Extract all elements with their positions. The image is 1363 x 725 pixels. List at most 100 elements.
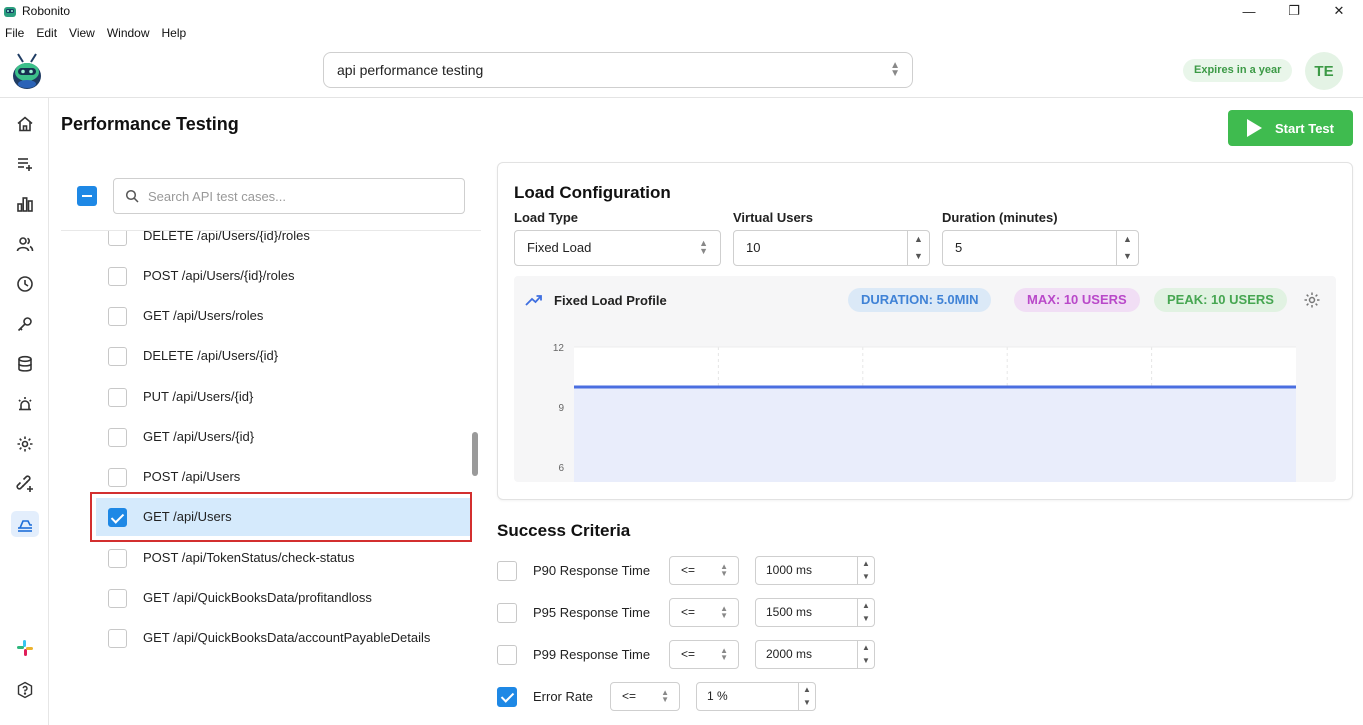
test-case-row[interactable]: GET /api/Users/{id} [96, 418, 470, 456]
criteria-stepper[interactable]: ▲ ▼ [857, 599, 874, 626]
link-plus-icon[interactable] [13, 472, 37, 496]
decrement-icon[interactable]: ▼ [858, 612, 874, 625]
test-case-checkbox[interactable] [108, 307, 127, 326]
increment-icon[interactable]: ▲ [858, 557, 874, 570]
criteria-operator-select[interactable]: <= ▲ ▼ [610, 682, 680, 711]
max-users-chip: MAX: 10 USERS [1014, 288, 1140, 312]
user-avatar[interactable]: TE [1305, 52, 1343, 90]
increment-icon[interactable]: ▲ [858, 599, 874, 612]
criteria-stepper[interactable]: ▲ ▼ [857, 557, 874, 584]
criteria-stepper[interactable]: ▲ ▼ [798, 683, 815, 710]
test-case-checkbox[interactable] [108, 468, 127, 487]
select-all-checkbox[interactable] [77, 186, 97, 206]
clock-icon[interactable] [13, 272, 37, 296]
criteria-operator-select[interactable]: <= ▲ ▼ [669, 598, 739, 627]
test-case-row[interactable]: GET /api/QuickBooksData/profitandloss [96, 579, 470, 617]
increment-icon[interactable]: ▲ [908, 231, 929, 248]
criteria-value-input[interactable]: 2000 ms ▲ ▼ [755, 640, 875, 669]
search-box[interactable] [113, 178, 465, 214]
test-case-checkbox[interactable] [108, 549, 127, 568]
menu-view[interactable]: View [63, 24, 101, 42]
chevron-updown-icon: ▲ ▼ [720, 562, 728, 578]
alarm-icon[interactable] [13, 392, 37, 416]
test-case-checkbox[interactable] [108, 347, 127, 366]
test-case-row[interactable]: POST /api/TokenStatus/check-status [96, 539, 470, 577]
test-case-row[interactable]: POST /api/Users/{id}/roles [96, 257, 470, 295]
duration-chip: DURATION: 5.0MIN [848, 288, 992, 312]
y-tick-label: 6 [558, 463, 564, 474]
menu-window[interactable]: Window [101, 24, 156, 42]
chevron-updown-icon: ▲ ▼ [890, 60, 900, 79]
test-case-row[interactable]: GET /api/QuickBooksData/accountPayableDe… [96, 619, 470, 657]
virtual-users-stepper[interactable]: ▲ ▼ [907, 231, 929, 265]
test-case-checkbox[interactable] [108, 267, 127, 286]
test-case-checkbox[interactable] [108, 589, 127, 608]
criteria-checkbox[interactable] [497, 645, 517, 665]
settings-gear-icon[interactable] [13, 432, 37, 456]
criteria-checkbox[interactable] [497, 561, 517, 581]
test-case-row[interactable]: POST /api/Users [96, 458, 470, 496]
search-input[interactable] [148, 180, 458, 212]
test-case-row[interactable]: GET /api/Users/roles [96, 297, 470, 335]
test-case-row[interactable]: DELETE /api/Users/{id} [96, 337, 470, 375]
slack-icon[interactable] [13, 636, 37, 660]
duration-input[interactable]: 5 ▲ ▼ [942, 230, 1139, 266]
criteria-row-p95: P95 Response Time <= ▲ ▼ 1500 ms ▲ ▼ [497, 598, 897, 628]
criteria-label: P95 Response Time [533, 605, 651, 620]
test-case-row[interactable]: DELETE /api/Users/{id}/roles [96, 231, 470, 255]
increment-icon[interactable]: ▲ [858, 641, 874, 654]
load-type-select[interactable]: Fixed Load ▲ ▼ [514, 230, 721, 266]
minimize-button[interactable]: — [1226, 0, 1272, 22]
maximize-button[interactable]: ❐ [1271, 0, 1317, 22]
virtual-users-input[interactable]: 10 ▲ ▼ [733, 230, 930, 266]
decrement-icon[interactable]: ▼ [858, 654, 874, 667]
decrement-icon[interactable]: ▼ [908, 248, 929, 265]
load-type-label: Load Type [514, 210, 579, 225]
home-icon[interactable] [13, 112, 37, 136]
test-case-checkbox[interactable] [108, 231, 127, 246]
test-case-label: GET /api/QuickBooksData/accountPayableDe… [143, 630, 431, 645]
gear-icon[interactable] [1303, 291, 1321, 309]
criteria-label: Error Rate [533, 689, 593, 704]
robonito-logo[interactable] [10, 50, 44, 90]
test-case-label: DELETE /api/Users/{id} [143, 348, 279, 363]
start-test-label: Start Test [1275, 121, 1334, 136]
menu-edit[interactable]: Edit [30, 24, 63, 42]
increment-icon[interactable]: ▲ [1117, 231, 1138, 248]
project-select-value: api performance testing [337, 62, 484, 78]
criteria-value-input[interactable]: 1 % ▲ ▼ [696, 682, 816, 711]
start-test-button[interactable]: Start Test [1228, 110, 1353, 146]
criteria-stepper[interactable]: ▲ ▼ [857, 641, 874, 668]
bar-chart-icon[interactable] [13, 192, 37, 216]
criteria-checkbox[interactable] [497, 603, 517, 623]
decrement-icon[interactable]: ▼ [858, 570, 874, 583]
project-select[interactable]: api performance testing ▲ ▼ [323, 52, 913, 88]
close-button[interactable]: ✕ [1316, 0, 1362, 22]
test-case-checkbox[interactable] [108, 388, 127, 407]
help-icon[interactable] [13, 678, 37, 702]
duration-stepper[interactable]: ▲ ▼ [1116, 231, 1138, 265]
database-icon[interactable] [13, 352, 37, 376]
test-case-row[interactable]: PUT /api/Users/{id} [96, 378, 470, 416]
criteria-operator-select[interactable]: <= ▲ ▼ [669, 556, 739, 585]
criteria-checkbox-checked[interactable] [497, 687, 517, 707]
test-case-checkbox[interactable] [108, 428, 127, 447]
list-scrollbar[interactable] [472, 432, 478, 476]
load-profile-chart: 12 9 6 [553, 343, 1296, 482]
decrement-icon[interactable]: ▼ [799, 696, 815, 709]
performance-icon[interactable] [11, 511, 39, 537]
criteria-value-input[interactable]: 1500 ms ▲ ▼ [755, 598, 875, 627]
criteria-operator-select[interactable]: <= ▲ ▼ [669, 640, 739, 669]
decrement-icon[interactable]: ▼ [1117, 248, 1138, 265]
add-list-icon[interactable] [13, 152, 37, 176]
menu-help[interactable]: Help [156, 24, 193, 42]
app-header: api performance testing ▲ ▼ Expires in a … [0, 44, 1363, 98]
increment-icon[interactable]: ▲ [799, 683, 815, 696]
test-case-checkbox[interactable] [108, 629, 127, 648]
wrench-icon[interactable] [13, 312, 37, 336]
users-icon[interactable] [13, 232, 37, 256]
y-tick-label: 9 [558, 403, 564, 414]
criteria-value-input[interactable]: 1000 ms ▲ ▼ [755, 556, 875, 585]
chevron-updown-icon: ▲ ▼ [699, 238, 708, 256]
menu-file[interactable]: File [0, 24, 30, 42]
